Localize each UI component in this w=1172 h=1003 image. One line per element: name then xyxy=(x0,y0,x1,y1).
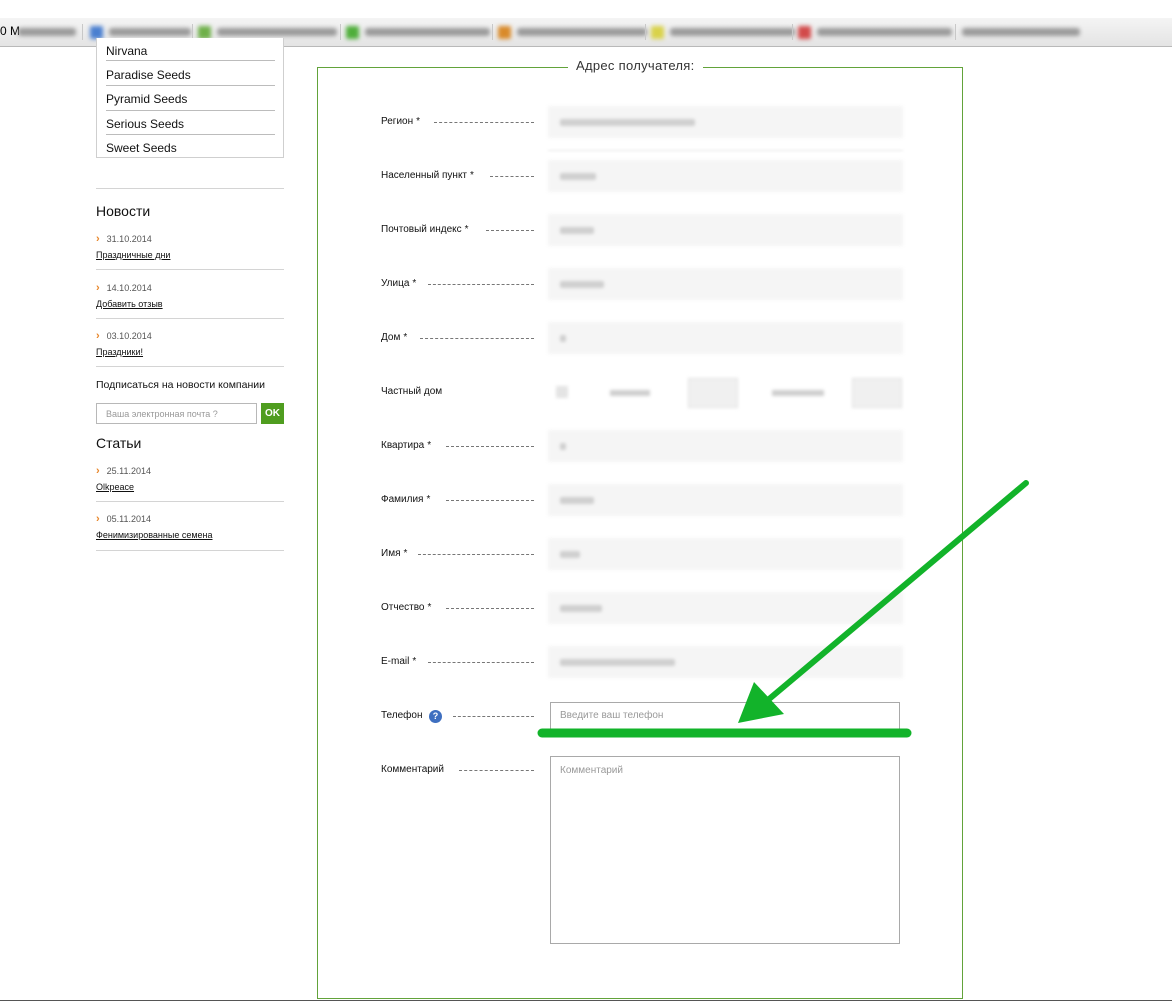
brand-link[interactable]: Sweet Seeds xyxy=(106,141,275,155)
subscribe-ok-button[interactable]: OK xyxy=(261,403,284,424)
name-label: Имя * xyxy=(381,548,408,559)
email-label: E-mail * xyxy=(381,656,417,667)
bookmark-item[interactable] xyxy=(346,25,490,39)
news-date: › 31.10.2014 xyxy=(96,233,152,245)
comment-label: Комментарий xyxy=(381,764,444,775)
divider xyxy=(96,269,284,270)
bookmark-item[interactable] xyxy=(198,25,337,39)
chevron-right-icon: › xyxy=(96,465,100,477)
apartment-label: Квартира * xyxy=(381,440,432,451)
brand-list: Nirvana Paradise Seeds Pyramid Seeds Ser… xyxy=(96,38,284,158)
brand-link[interactable]: Serious Seeds xyxy=(106,117,275,131)
news-title: Новости xyxy=(96,203,151,219)
divider xyxy=(96,550,284,551)
article-date: › 05.11.2014 xyxy=(96,513,152,525)
articles-title: Статьи xyxy=(96,435,142,451)
floor-input[interactable] xyxy=(852,378,902,408)
entrance-input[interactable] xyxy=(688,378,738,408)
phone-label: Телефон xyxy=(381,710,423,721)
private-house-checkbox[interactable] xyxy=(556,386,568,398)
article-link[interactable]: Olkpeace xyxy=(96,482,134,492)
bookmark-item[interactable] xyxy=(18,25,76,39)
divider xyxy=(96,188,284,189)
brand-link[interactable]: Paradise Seeds xyxy=(106,68,275,82)
email-input[interactable] xyxy=(548,646,903,678)
name-input[interactable] xyxy=(548,538,903,570)
fieldset-legend: Адрес получателя: xyxy=(568,58,703,73)
street-label: Улица * xyxy=(381,278,417,289)
news-link[interactable]: Добавить отзыв xyxy=(96,299,163,309)
surname-input[interactable] xyxy=(548,484,903,516)
city-label: Населенный пункт * xyxy=(381,170,474,181)
bookmark-prefix: 0 M xyxy=(0,24,21,38)
postcode-input[interactable] xyxy=(548,214,903,246)
house-label: Дом * xyxy=(381,332,408,343)
postcode-label: Почтовый индекс * xyxy=(381,224,469,235)
subscribe-email-input[interactable]: Ваша электронная почта ? xyxy=(96,403,257,424)
news-date: › 03.10.2014 xyxy=(96,330,152,342)
news-link[interactable]: Праздники! xyxy=(96,347,143,357)
chevron-right-icon: › xyxy=(96,330,100,342)
bookmark-item[interactable] xyxy=(651,25,795,39)
divider xyxy=(96,366,284,367)
apartment-input[interactable] xyxy=(548,430,903,462)
chevron-right-icon: › xyxy=(96,282,100,294)
chevron-right-icon: › xyxy=(96,513,100,525)
comment-textarea[interactable]: Комментарий xyxy=(550,756,900,944)
surname-label: Фамилия * xyxy=(381,494,431,505)
subscribe-label: Подписаться на новости компании xyxy=(96,379,265,391)
brand-link[interactable]: Nirvana xyxy=(106,44,275,58)
article-date: › 25.11.2014 xyxy=(96,465,152,477)
page-bottom-rule xyxy=(0,1000,1172,1001)
bookmark-item[interactable] xyxy=(90,25,191,39)
article-link[interactable]: Фенимизированные семена xyxy=(96,530,213,540)
region-label: Регион * xyxy=(381,116,421,127)
private-house-label: Частный дом xyxy=(381,386,443,397)
divider xyxy=(96,501,284,502)
divider xyxy=(96,318,284,319)
news-link[interactable]: Праздничные дни xyxy=(96,250,170,260)
private-house-row xyxy=(548,376,903,408)
patronymic-label: Отчество * xyxy=(381,602,432,613)
help-icon[interactable]: ? xyxy=(429,710,442,723)
bookmark-item[interactable] xyxy=(798,25,952,39)
news-date: › 14.10.2014 xyxy=(96,282,152,294)
bookmark-item[interactable] xyxy=(498,25,647,39)
patronymic-input[interactable] xyxy=(548,592,903,624)
city-input[interactable] xyxy=(548,160,903,192)
house-input[interactable] xyxy=(548,322,903,354)
bookmark-item[interactable] xyxy=(962,25,1080,39)
region-select[interactable] xyxy=(548,106,903,138)
brand-link[interactable]: Pyramid Seeds xyxy=(106,92,275,106)
phone-input[interactable]: Введите ваш телефон xyxy=(550,702,900,730)
chevron-right-icon: › xyxy=(96,233,100,245)
street-input[interactable] xyxy=(548,268,903,300)
